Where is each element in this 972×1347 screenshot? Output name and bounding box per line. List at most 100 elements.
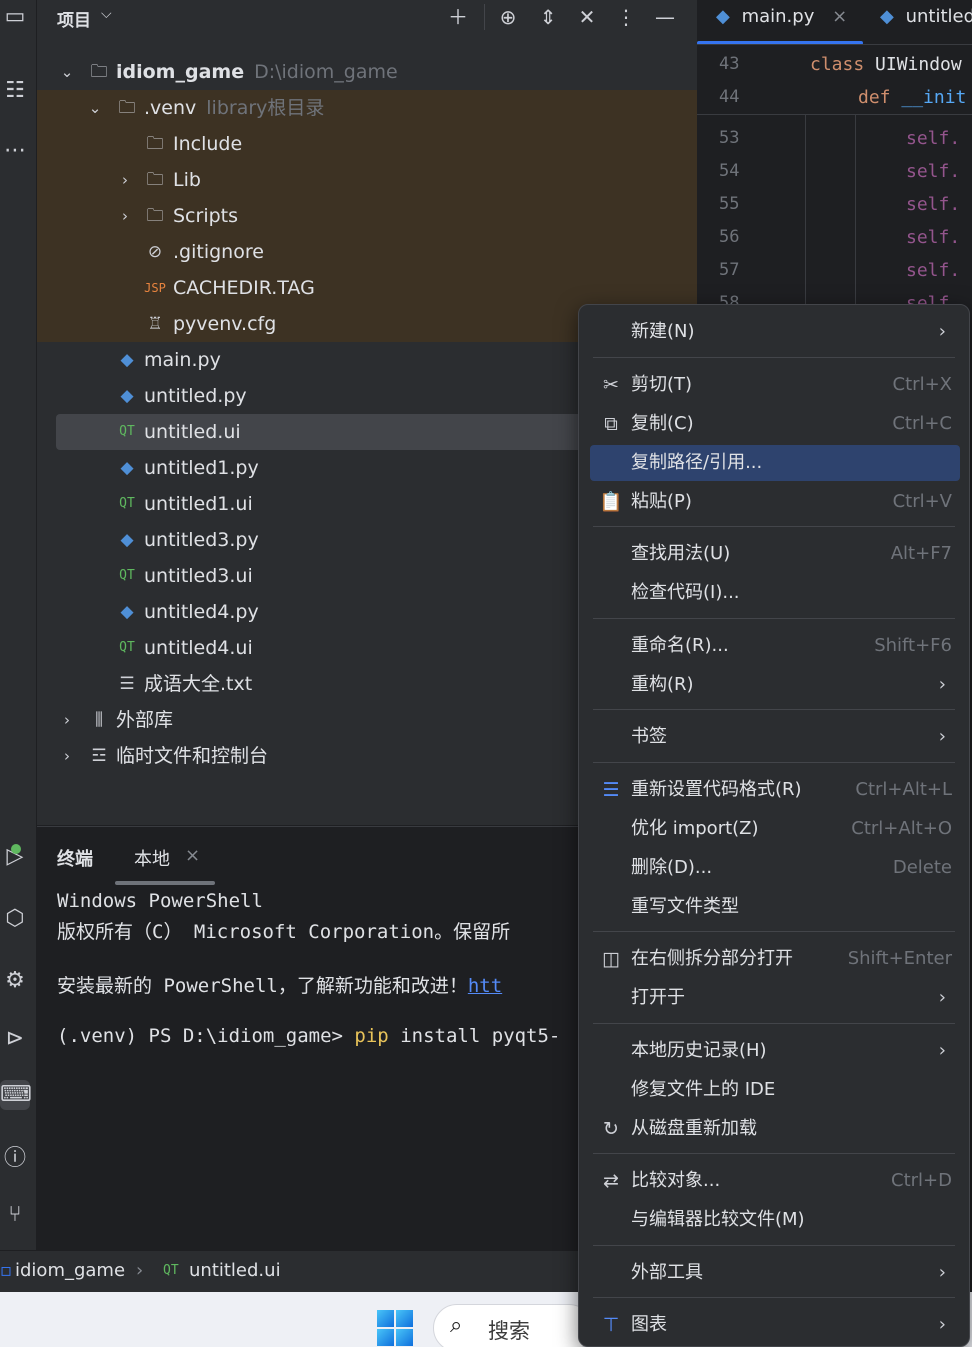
more-icon[interactable]: ⋯ bbox=[0, 136, 30, 166]
chevron-right-icon[interactable]: › bbox=[57, 702, 77, 738]
menu-item-local-history[interactable]: 本地历史记录(H) › bbox=[590, 1033, 960, 1069]
chevron-down-icon[interactable]: ⌄ bbox=[57, 54, 77, 90]
line-number: 53 bbox=[719, 128, 740, 148]
windows-start-icon[interactable] bbox=[377, 1310, 413, 1346]
menu-item-compare-with[interactable]: ⇄ 比较对象... Ctrl+D bbox=[590, 1163, 960, 1199]
tree-item-label: untitled3.ui bbox=[144, 565, 253, 587]
menu-item-label: 剪切(T) bbox=[631, 374, 693, 395]
terminal-prompt-line[interactable]: (.venv) PS D:\idiom_game> pip install py… bbox=[57, 1025, 560, 1047]
reload-icon: ↻ bbox=[603, 1118, 619, 1140]
folder-icon: 🗀 bbox=[146, 170, 164, 190]
code-line-54[interactable]: self. bbox=[906, 155, 960, 188]
menu-item-paste[interactable]: 📋 粘贴(P) Ctrl+V bbox=[590, 484, 960, 520]
menu-item-compare-with-editor[interactable]: 与编辑器比较文件(M) bbox=[590, 1202, 960, 1238]
menu-item-label: 在右侧拆分部分打开 bbox=[631, 948, 793, 969]
menu-item-open-in[interactable]: 打开于 › bbox=[590, 980, 960, 1016]
python-file-icon: ◆ bbox=[120, 386, 134, 406]
services-icon[interactable]: ⊳ bbox=[0, 1024, 30, 1054]
terminal-tab-local[interactable]: 本地 bbox=[134, 845, 170, 871]
problems-icon[interactable]: ⓘ bbox=[0, 1144, 30, 1174]
jsp-file-icon: JSP bbox=[144, 281, 166, 295]
menu-item-repair-ide[interactable]: 修复文件上的 IDE bbox=[590, 1072, 960, 1108]
menu-item-override-file-type[interactable]: 重写文件类型 bbox=[590, 889, 960, 925]
more-icon[interactable]: ⋮ bbox=[611, 2, 641, 32]
close-icon[interactable]: × bbox=[185, 845, 200, 866]
menu-item-find-usages[interactable]: 查找用法(U) Alt+F7 bbox=[590, 536, 960, 572]
menu-item-copy-path[interactable]: 复制路径/引用... bbox=[590, 445, 960, 481]
editor-gutter-sticky: 43 44 bbox=[697, 48, 807, 114]
menu-item-diagrams[interactable]: ⊤ 图表 › bbox=[590, 1307, 960, 1343]
menu-item-copy[interactable]: ⧉ 复制(C) Ctrl+C bbox=[590, 406, 960, 442]
menu-item-shortcut: Alt+F7 bbox=[890, 543, 952, 564]
menu-item-open-split[interactable]: ◫ 在右侧拆分部分打开 Shift+Enter bbox=[590, 941, 960, 977]
terminal-icon[interactable]: ⌨ bbox=[0, 1080, 32, 1110]
menu-item-bookmarks[interactable]: 书签 › bbox=[590, 719, 960, 755]
minimize-icon[interactable]: — bbox=[650, 2, 680, 32]
python-packages-icon[interactable]: ⬡ bbox=[0, 904, 30, 934]
chevron-right-icon[interactable]: › bbox=[115, 198, 135, 234]
menu-item-label: 重命名(R)... bbox=[631, 635, 729, 656]
python-console-icon[interactable]: ⚙ bbox=[0, 966, 30, 996]
chevron-right-icon[interactable]: › bbox=[115, 162, 135, 198]
code-line-53[interactable]: self. bbox=[906, 122, 960, 155]
breadcrumb-project[interactable]: idiom_game bbox=[15, 1251, 125, 1291]
add-icon[interactable]: ＋ bbox=[443, 2, 473, 32]
folder-icon[interactable]: ▭ bbox=[0, 2, 30, 32]
menu-item-reformat-code[interactable]: ☰ 重新设置代码格式(R) Ctrl+Alt+L bbox=[590, 772, 960, 808]
breadcrumb-file[interactable]: untitled.ui bbox=[189, 1251, 281, 1291]
menu-item-reload-from-disk[interactable]: ↻ 从磁盘重新加载 bbox=[590, 1111, 960, 1147]
close-icon[interactable]: × bbox=[832, 6, 847, 27]
structure-icon[interactable]: ☷ bbox=[0, 76, 30, 106]
code-line-55[interactable]: self. bbox=[906, 188, 960, 221]
locate-icon[interactable]: ⊕ bbox=[493, 2, 523, 32]
expand-icon[interactable]: ⇕ bbox=[533, 2, 563, 32]
menu-item-label: 查找用法(U) bbox=[631, 543, 731, 564]
tree-item-untitled-ui[interactable]: QT untitled.ui bbox=[56, 414, 586, 450]
terminal-line: 版权所有（C） Microsoft Corporation。保留所 bbox=[57, 921, 511, 943]
split-right-icon: ◫ bbox=[602, 948, 620, 970]
menu-item-label: 打开于 bbox=[631, 987, 685, 1008]
tree-item-include[interactable]: 🗀 Include bbox=[37, 126, 697, 162]
tree-item-cachedir[interactable]: JSP CACHEDIR.TAG bbox=[37, 270, 697, 306]
menu-item-delete[interactable]: 删除(D)... Delete bbox=[590, 850, 960, 886]
function-name: __init bbox=[901, 87, 967, 108]
code-line-56[interactable]: self. bbox=[906, 221, 960, 254]
menu-separator bbox=[593, 526, 955, 527]
tree-item-lib[interactable]: › 🗀 Lib bbox=[37, 162, 697, 198]
config-file-icon: ♖ bbox=[147, 314, 163, 334]
menu-item-new[interactable]: 新建(N) › bbox=[590, 314, 960, 350]
chevron-down-icon[interactable]: ⌵ bbox=[101, 6, 112, 22]
menu-item-rename[interactable]: 重命名(R)... Shift+F6 bbox=[590, 628, 960, 664]
menu-item-label: 书签 bbox=[631, 726, 667, 747]
tree-item-scripts[interactable]: › 🗀 Scripts bbox=[37, 198, 697, 234]
menu-item-inspect-code[interactable]: 检查代码(I)... bbox=[590, 575, 960, 611]
terminal-link[interactable]: htt bbox=[468, 975, 502, 997]
tree-item-gitignore[interactable]: ⊘ .gitignore bbox=[37, 234, 697, 270]
code-line-44[interactable]: def __init bbox=[858, 81, 966, 114]
menu-item-cut[interactable]: ✂ 剪切(T) Ctrl+X bbox=[590, 367, 960, 403]
menu-item-external-tools[interactable]: 外部工具 › bbox=[590, 1255, 960, 1291]
code-line-57[interactable]: self. bbox=[906, 254, 960, 287]
tree-item-venv[interactable]: ⌄ 🗀 .venv library根目录 bbox=[37, 90, 697, 126]
folder-icon: 🗀 bbox=[90, 62, 108, 82]
git-icon[interactable]: ⑂ bbox=[0, 1200, 30, 1230]
menu-item-optimize-imports[interactable]: 优化 import(Z) Ctrl+Alt+O bbox=[590, 811, 960, 847]
tab-main-py[interactable]: ◆ main.py × bbox=[716, 0, 847, 44]
chevron-down-icon[interactable]: ⌄ bbox=[85, 90, 105, 126]
menu-item-refactor[interactable]: 重构(R) › bbox=[590, 667, 960, 703]
keyword: class bbox=[810, 54, 865, 75]
breadcrumb-separator: › bbox=[136, 1260, 144, 1281]
project-panel-title[interactable]: 项目 bbox=[57, 6, 91, 31]
active-terminal-tab-indicator bbox=[115, 881, 215, 885]
tab-untitled[interactable]: ◆ untitled bbox=[880, 0, 972, 44]
taskbar-search-box[interactable]: ⌕ 搜索 bbox=[433, 1304, 593, 1347]
menu-item-shortcut: Ctrl+X bbox=[892, 374, 952, 395]
tree-item-idiom-game[interactable]: ⌄ 🗀 idiom_game D:\idiom_game bbox=[37, 54, 697, 90]
menu-item-label: 新建(N) bbox=[631, 321, 695, 342]
code-line-43[interactable]: class UIWindow bbox=[810, 48, 962, 81]
collapse-icon[interactable]: ✕ bbox=[572, 2, 602, 32]
chevron-right-icon[interactable]: › bbox=[57, 738, 77, 774]
tool-window-strip: ▭ ☷ ⋯ ▷ ⬡ ⚙ ⊳ ⌨ ⓘ ⑂ bbox=[0, 0, 37, 1250]
tree-item-label: .gitignore bbox=[173, 241, 264, 263]
terminal-line: Windows PowerShell bbox=[57, 890, 263, 912]
